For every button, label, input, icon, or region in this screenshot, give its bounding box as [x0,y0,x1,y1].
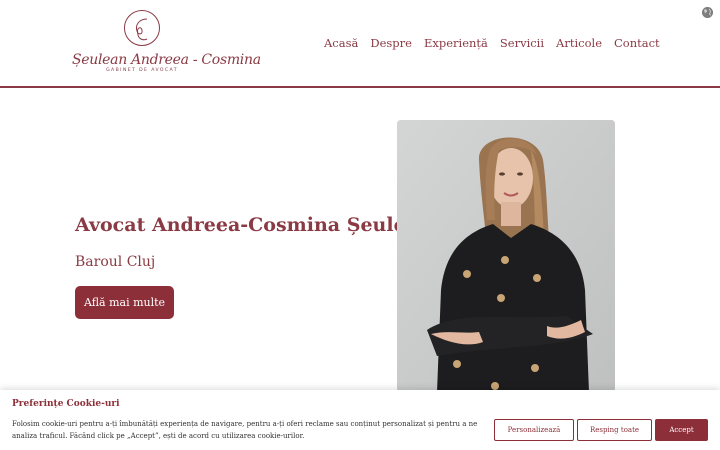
hero-subtitle: Baroul Cluj [75,254,156,270]
customize-cookies-button[interactable]: Personalizează [494,419,574,441]
nav-item-experienta[interactable]: Experiență [424,36,488,50]
logo-name: Șeulean Andreea - Cosmina [72,52,261,68]
site-logo[interactable]: Șeulean Andreea - Cosmina GABINET DE AVO… [72,10,261,76]
globe-icon[interactable] [702,7,713,18]
cookie-banner-text: Folosim cookie-uri pentru a-ți îmbunătăț… [12,420,478,440]
nav-item-despre[interactable]: Despre [370,36,412,50]
logo-monogram [124,10,160,46]
nav-item-acasa[interactable]: Acasă [324,36,358,50]
accept-cookies-button[interactable]: Accept [655,419,708,441]
nav-item-contact[interactable]: Contact [614,36,660,50]
hero-title: Avocat Andreea-Cosmina Șeulean [75,214,432,236]
reject-all-cookies-button[interactable]: Resping toate [577,419,652,441]
site-header: Șeulean Andreea - Cosmina GABINET DE AVO… [0,0,720,88]
cookie-banner-title: Preferințe Cookie-uri [12,399,120,409]
learn-more-button[interactable]: Află mai multe [75,286,174,319]
logo-tagline: GABINET DE AVOCAT [106,68,178,73]
nav-item-articole[interactable]: Articole [556,36,602,50]
nav-item-servicii[interactable]: Servicii [500,36,544,50]
lawyer-portrait-photo [397,120,615,392]
cookie-banner: Preferințe Cookie-uri Folosim cookie-uri… [0,390,720,450]
main-nav: Acasă Despre Experiență Servicii Articol… [324,36,660,50]
